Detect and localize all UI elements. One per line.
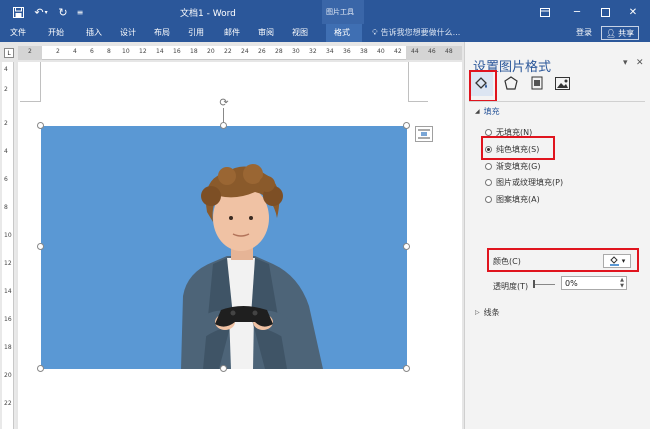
close-icon[interactable]: ✕: [624, 4, 642, 20]
resize-handle[interactable]: [220, 122, 227, 129]
resize-handle[interactable]: [403, 365, 410, 372]
tab-view[interactable]: 视图: [292, 27, 308, 38]
spin-arrows-icon[interactable]: ▲ ▼: [620, 277, 624, 289]
minimize-icon[interactable]: ─: [568, 4, 586, 20]
collapse-icon: ◢: [475, 108, 480, 115]
maximize-icon[interactable]: [596, 4, 614, 20]
pane-options-icon[interactable]: ▾: [623, 58, 628, 68]
document-title: 文档1 - Word: [180, 9, 236, 19]
highlight-fill-icon: [469, 70, 497, 102]
resize-handle[interactable]: [37, 122, 44, 129]
tell-me-box[interactable]: 💡︎ 告诉我您想要做什么...: [372, 27, 460, 38]
undo-icon[interactable]: ↶ ▾: [30, 4, 52, 20]
transparency-slider[interactable]: [533, 284, 555, 285]
lightbulb-icon: 💡︎: [372, 27, 378, 37]
radio-picture-fill[interactable]: 图片或纹理填充(P): [485, 177, 563, 188]
login-link[interactable]: 登录: [576, 27, 592, 38]
title-bar: ↶ ▾ ↻ ≡ 文档1 - Word 图片工具 ─ ✕: [0, 0, 650, 24]
boy-with-controller-photo: [181, 164, 323, 369]
line-section-header[interactable]: ▷ 线条: [475, 307, 500, 318]
radio-pattern-fill[interactable]: 图案填充(A): [485, 194, 540, 205]
horizontal-ruler[interactable]: 2 2 4 6 8 10 12 14 16 18 20 22 24 26 28 …: [18, 46, 462, 60]
person-icon: 👤︎: [605, 28, 617, 38]
share-button[interactable]: 👤︎ 共享: [601, 26, 639, 40]
margin-guide: [40, 62, 41, 102]
tab-design[interactable]: 设计: [120, 27, 136, 38]
pane-close-icon[interactable]: ✕: [636, 58, 644, 68]
tab-insert[interactable]: 插入: [86, 27, 102, 38]
expand-icon: ▷: [475, 309, 480, 316]
tab-file[interactable]: 文件: [10, 27, 26, 38]
resize-handle[interactable]: [403, 243, 410, 250]
tab-mailings[interactable]: 邮件: [224, 27, 240, 38]
resize-handle[interactable]: [37, 365, 44, 372]
tab-layout[interactable]: 布局: [154, 27, 170, 38]
context-tab-group-label: 图片工具: [326, 8, 354, 16]
redo-icon[interactable]: ↻: [56, 4, 70, 20]
customize-icon[interactable]: ≡: [74, 4, 86, 20]
highlight-color-row: [487, 248, 639, 272]
tell-me-text: 告诉我您想要做什么...: [380, 28, 461, 37]
vertical-ruler[interactable]: 4 2 2 4 6 8 10 12 14 16 18 20 22: [0, 62, 16, 429]
selected-picture[interactable]: [41, 126, 407, 369]
radio-gradient-fill[interactable]: 渐变填充(G): [485, 161, 540, 172]
tab-selector[interactable]: L: [4, 48, 14, 58]
rotate-handle-icon[interactable]: ⟳: [218, 96, 230, 109]
margin-guide: [408, 62, 409, 102]
layout-properties-icon[interactable]: [528, 74, 546, 92]
fill-section-header[interactable]: ◢ 填充: [475, 106, 500, 117]
tab-home[interactable]: 开始: [48, 27, 64, 38]
save-icon[interactable]: [10, 4, 26, 20]
ribbon-tabs: 文件 开始 插入 设计 布局 引用 邮件 审阅 视图 格式 💡︎ 告诉我您想要做…: [0, 24, 650, 42]
margin-guide: [20, 101, 40, 102]
share-label: 共享: [618, 28, 635, 38]
margin-guide: [408, 101, 428, 102]
picture-icon[interactable]: [553, 74, 571, 92]
transparency-input[interactable]: 0% ▲ ▼: [561, 276, 627, 290]
layout-options-icon[interactable]: [415, 126, 433, 142]
transparency-label: 透明度(T): [493, 282, 529, 291]
highlight-solid-fill: [481, 136, 555, 160]
transparency-slider-knob[interactable]: [533, 280, 535, 288]
tab-references[interactable]: 引用: [188, 27, 204, 38]
resize-handle[interactable]: [220, 365, 227, 372]
tab-review[interactable]: 审阅: [258, 27, 274, 38]
effects-icon[interactable]: [502, 74, 520, 92]
resize-handle[interactable]: [37, 243, 44, 250]
ribbon-display-icon[interactable]: [536, 4, 554, 20]
tab-format[interactable]: 格式: [334, 27, 350, 38]
resize-handle[interactable]: [403, 122, 410, 129]
format-picture-pane: 设置图片格式 ▾ ✕ ◢ 填充 无填充(N) 纯色填充(S) 渐变填充(G) 图…: [464, 42, 650, 429]
